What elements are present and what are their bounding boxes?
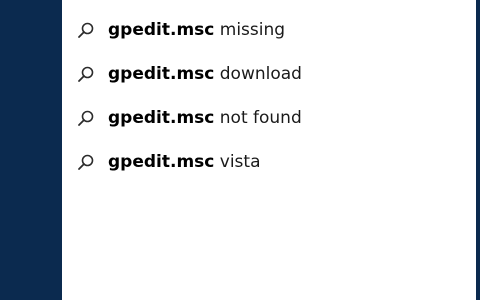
- suggestion-text: gpedit.msc missing: [108, 20, 285, 40]
- search-icon: [76, 108, 96, 128]
- suggestion-text: gpedit.msc vista: [108, 152, 261, 172]
- suggestion-text: gpedit.msc download: [108, 64, 302, 84]
- window-edge: [476, 0, 480, 300]
- suggestion-item[interactable]: gpedit.msc missing: [62, 8, 476, 52]
- search-icon: [76, 20, 96, 40]
- suggestion-query: gpedit.msc: [108, 152, 215, 172]
- suggestion-item[interactable]: gpedit.msc vista: [62, 140, 476, 184]
- suggestion-suffix: missing: [214, 20, 286, 40]
- suggestion-suffix: vista: [214, 152, 261, 172]
- suggestion-text: gpedit.msc not found: [108, 108, 302, 128]
- suggestion-query: gpedit.msc: [108, 108, 215, 128]
- search-screen: gpedit.msc missing gpedit.msc download g…: [0, 0, 480, 300]
- search-suggestion-panel: gpedit.msc missing gpedit.msc download g…: [62, 0, 476, 300]
- suggestion-item[interactable]: gpedit.msc not found: [62, 96, 476, 140]
- start-menu-rail: [0, 0, 62, 300]
- suggestion-item[interactable]: gpedit.msc download: [62, 52, 476, 96]
- suggestion-suffix: not found: [214, 108, 302, 128]
- suggestion-list: gpedit.msc missing gpedit.msc download g…: [62, 8, 476, 184]
- suggestion-query: gpedit.msc: [108, 64, 215, 84]
- search-icon: [76, 152, 96, 172]
- suggestion-query: gpedit.msc: [108, 20, 215, 40]
- search-icon: [76, 64, 96, 84]
- suggestion-suffix: download: [214, 64, 302, 84]
